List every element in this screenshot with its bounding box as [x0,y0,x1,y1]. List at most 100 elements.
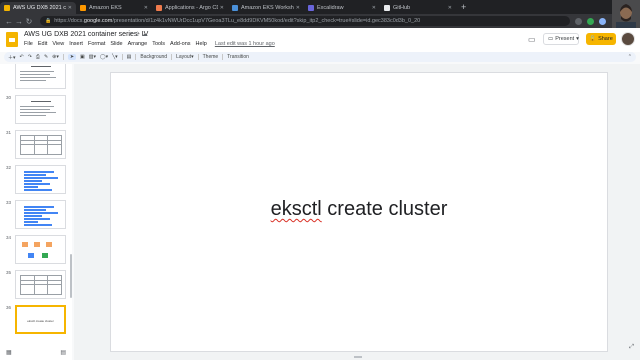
current-slide[interactable]: eksctl create cluster [110,72,608,352]
avatar[interactable] [621,32,635,46]
slide-thumbnail[interactable] [15,95,66,124]
browser-tab[interactable]: AWS UG DXB 2021 conta✕ [0,2,76,14]
image-icon[interactable]: ▨▾ [89,54,96,60]
menu-slide[interactable]: Slide [110,41,122,47]
slide-thumbnail[interactable]: eksctl create cluster [15,305,66,334]
slide-thumbnail-row[interactable]: 30 [0,95,72,125]
close-icon[interactable]: ✕ [68,5,72,11]
redo-icon[interactable]: ↷ [28,54,32,60]
eks-favicon-icon [232,5,238,11]
browser-tab[interactable]: Excalidraw ✕ [304,2,380,14]
scrollbar-grip[interactable] [354,356,362,358]
address-bar[interactable]: 🔒 https://docs. google.com/presentation/d… [40,16,570,26]
slide-filmstrip: 36 eksctl create cluster 35 34 33 32 31 30 29 [0,64,72,360]
slide-thumbnail-row[interactable]: 33 [0,200,72,230]
chevron-down-icon[interactable]: ▾ [576,36,579,42]
paint-format-icon[interactable]: ✎ [44,54,48,60]
extension-icon[interactable] [575,17,582,25]
browser-tab[interactable]: Applications - Argo CD ✕ [152,2,228,14]
grid-view-icon[interactable]: ▦ [6,349,12,356]
shape-icon[interactable]: ◯▾ [100,54,108,60]
share-button[interactable]: 🔒 Share [586,33,616,45]
slide-thumbnail-row[interactable]: 35 [0,270,72,300]
menu-view[interactable]: View [52,41,64,47]
zoom-icon[interactable]: ⊕▾ [52,54,59,60]
github-favicon-icon [384,5,390,11]
filmstrip-view-toggles: ▦ ▤ [0,344,72,360]
filmstrip-view-icon[interactable]: ▤ [60,349,66,356]
slide-number: 34 [6,235,12,240]
close-icon[interactable]: ✕ [296,5,300,11]
close-icon[interactable]: ✕ [144,5,148,11]
title-actions-icon[interactable]: ☆ ⇪ ☁ [128,31,148,38]
url-host: google.com [83,18,113,24]
expand-icon[interactable]: ⤢ [629,344,634,351]
reload-button[interactable]: ↻ [24,17,34,26]
slide-thumbnail-row[interactable]: 34 [0,235,72,265]
slide-thumbnail-row[interactable]: 32 [0,165,72,195]
menu-insert[interactable]: Insert [69,41,83,47]
add-slide-icon[interactable]: ＋▾ [8,54,16,61]
misspelled-word[interactable]: eksctl [271,198,322,220]
slide-thumbnail-row[interactable]: 36 eksctl create cluster [0,305,72,335]
menu-bar: File Edit View Insert Format Slide Arrange Tool… [24,41,275,47]
extension-icon[interactable] [599,17,606,25]
background-button[interactable]: Background [140,54,167,60]
slide-thumbnail[interactable] [15,200,66,229]
horizontal-scrollbar[interactable] [74,354,640,360]
forward-button[interactable]: → [14,17,24,26]
menu-add-ons[interactable]: Add-ons [170,41,191,47]
slide-thumbnail[interactable] [15,235,66,264]
slide-thumbnail-row[interactable]: 29 [0,64,72,90]
slide-thumbnail[interactable] [15,165,66,194]
slide-number: 30 [6,95,12,100]
line-icon[interactable]: ╲▾ [112,54,118,60]
undo-icon[interactable]: ↶ [20,54,24,60]
tab-label: Amazon EKS Workshop [241,5,294,11]
theme-button[interactable]: Theme [203,54,219,60]
slide-thumbnail[interactable] [15,270,66,299]
last-edit-link[interactable]: Last edit was 1 hour ago [215,41,275,47]
extension-icon[interactable] [587,17,594,25]
chevron-up-icon[interactable]: ⌃ [628,54,632,60]
menu-help[interactable]: Help [196,41,207,47]
back-button[interactable]: ← [4,17,14,26]
print-icon[interactable]: ⎙ [36,54,40,60]
excalidraw-favicon-icon [308,5,314,11]
share-label: Share [598,36,613,42]
slide-title-text[interactable]: eksctl create cluster [111,198,607,221]
close-icon[interactable]: ✕ [372,5,376,11]
slide-thumbnail[interactable] [15,130,66,159]
slides-logo-icon[interactable] [6,32,18,47]
close-icon[interactable]: ✕ [448,5,452,11]
menu-arrange[interactable]: Arrange [128,41,148,47]
filmstrip-scrollbar[interactable] [70,254,72,298]
slides-app: AWS UG DXB 2021 container series- IV ☆ ⇪… [0,28,640,360]
tab-label: Applications - Argo CD [165,5,218,11]
close-icon[interactable]: ✕ [220,5,224,11]
menu-file[interactable]: File [24,41,33,47]
menu-format[interactable]: Format [88,41,105,47]
slide-thumbnail-row[interactable]: 31 [0,130,72,160]
lock-icon: 🔒 [45,18,52,24]
transition-button[interactable]: Transition [227,54,249,60]
select-icon[interactable]: ➤ [67,54,77,60]
chevron-down-icon: ▾ [191,54,194,60]
menu-tools[interactable]: Tools [152,41,165,47]
tab-list: AWS UG DXB 2021 conta✕Amazon EKS✕Applica… [0,0,456,14]
browser-tab[interactable]: GitHub ✕ [380,2,456,14]
present-button[interactable]: ▭ Present ▾ [543,33,579,45]
slide-thumbnail[interactable] [15,64,66,89]
present-icon: ▭ [548,36,554,42]
new-tab-button[interactable]: + [456,2,471,14]
present-label: Present [555,36,575,42]
textbox-icon[interactable]: ▣ [80,54,85,60]
comment-history-icon[interactable]: ▭ [528,35,536,44]
slide-title-rest[interactable]: create cluster [322,198,447,220]
menu-edit[interactable]: Edit [38,41,47,47]
comment-icon[interactable]: ▤ [127,54,132,60]
browser-tab[interactable]: Amazon EKS ✕ [76,2,152,14]
tab-label: Excalidraw [317,5,344,11]
browser-tab[interactable]: Amazon EKS Workshop✕ [228,2,304,14]
layout-button[interactable]: Layout▾ [176,54,194,60]
